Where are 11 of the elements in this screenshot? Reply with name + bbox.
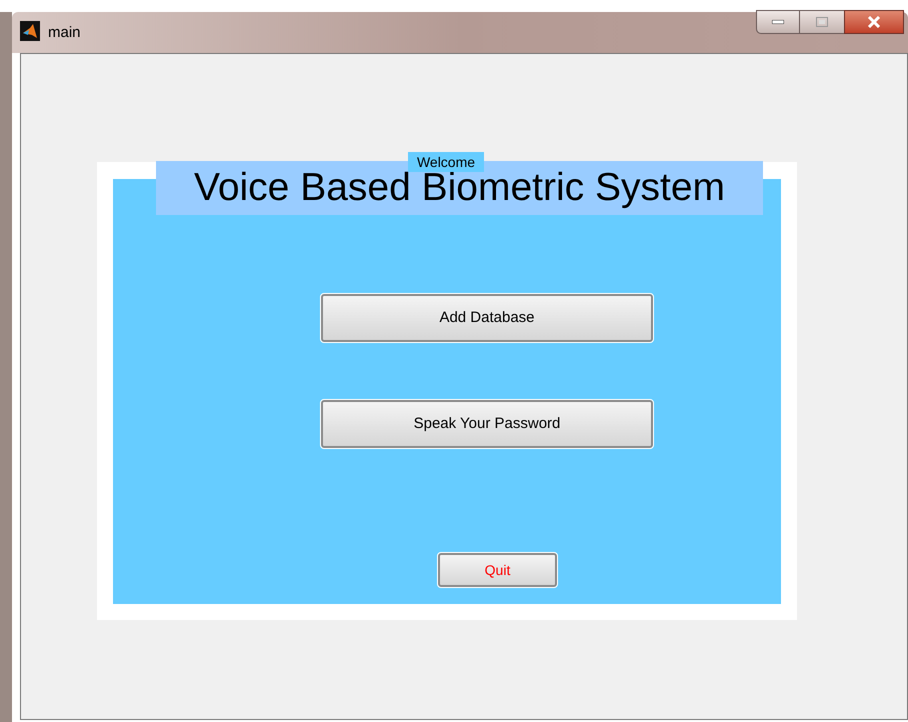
minimize-button[interactable] <box>756 10 800 34</box>
close-button[interactable] <box>844 10 904 34</box>
push-button[interactable]: Speak Your Password <box>321 400 653 448</box>
close-icon <box>867 16 881 28</box>
maximize-icon <box>816 17 828 27</box>
app-logo-icon <box>20 21 40 41</box>
minimize-icon <box>772 20 784 24</box>
window-title: main <box>48 23 81 43</box>
push-button[interactable]: Add Database <box>321 294 653 342</box>
maximize-button[interactable] <box>800 10 844 34</box>
welcome-label: Welcome <box>408 152 484 172</box>
